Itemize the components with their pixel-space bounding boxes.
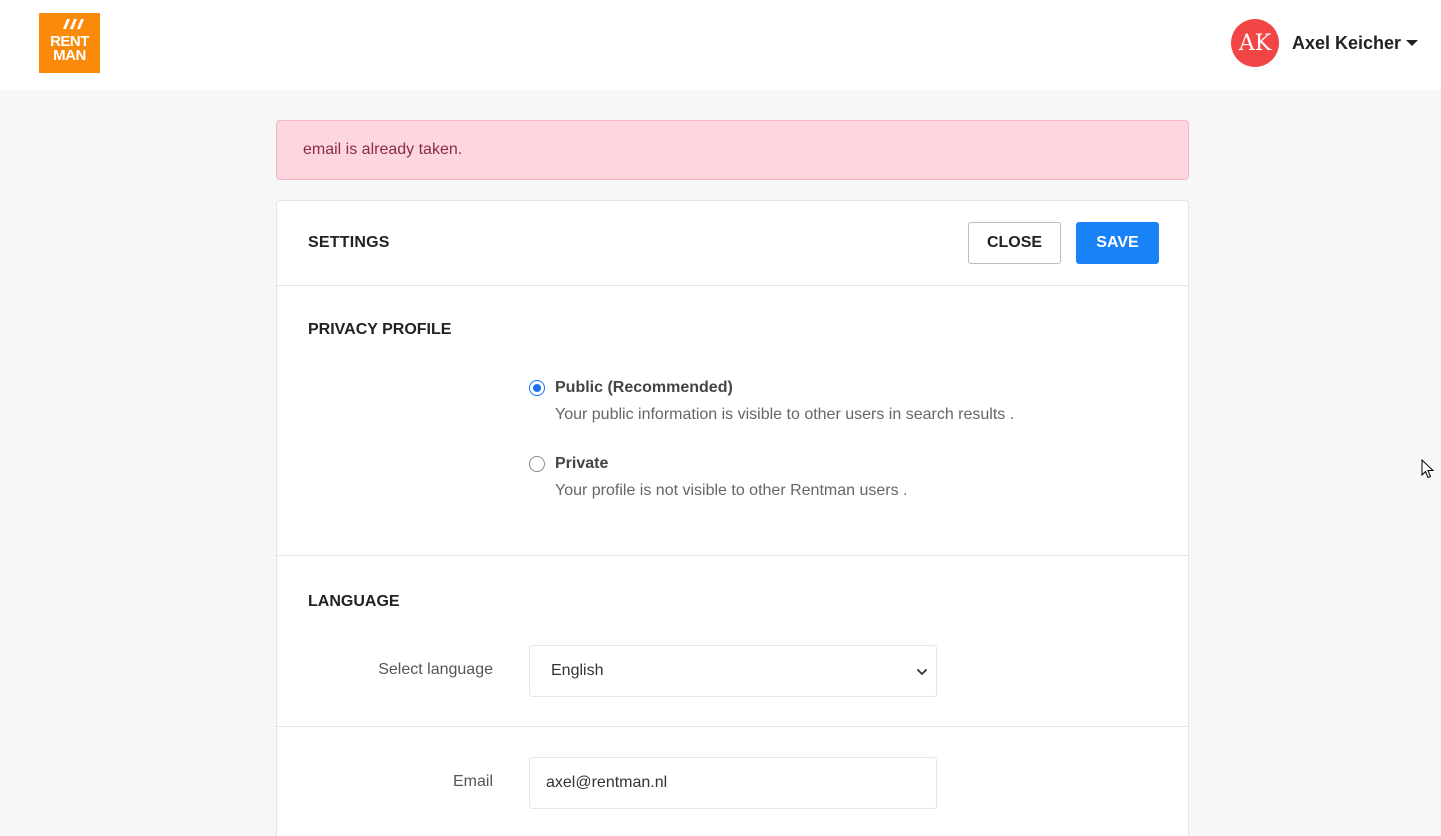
mouse-pointer-icon bbox=[1421, 459, 1435, 479]
user-menu[interactable]: AK Axel Keicher bbox=[1231, 19, 1419, 67]
radio-label-public[interactable]: Public (Recommended) bbox=[555, 379, 733, 397]
chevron-down-icon bbox=[917, 669, 927, 675]
top-navbar: RENT MAN AK Axel Keicher bbox=[0, 0, 1441, 90]
language-title: LANGUAGE bbox=[308, 593, 400, 610]
email-field-value: axel@rentman.nl bbox=[546, 774, 668, 791]
radio-private[interactable] bbox=[529, 456, 545, 472]
privacy-profile-title: PRIVACY PROFILE bbox=[308, 321, 452, 338]
rentman-logo[interactable]: RENT MAN bbox=[39, 13, 100, 73]
language-section: LANGUAGE Select language English bbox=[277, 556, 1188, 727]
page-title: SETTINGS bbox=[308, 234, 390, 251]
user-name[interactable]: Axel Keicher bbox=[1292, 33, 1401, 54]
settings-header: SETTINGS CLOSE SAVE bbox=[277, 201, 1188, 286]
language-select-value: English bbox=[551, 662, 604, 679]
email-field[interactable]: axel@rentman.nl bbox=[529, 757, 937, 809]
logo-text-line2: MAN bbox=[53, 47, 86, 64]
radio-option-public[interactable]: Public (Recommended) bbox=[529, 379, 733, 397]
email-label: Email bbox=[452, 773, 493, 790]
logo-stripes-icon bbox=[63, 19, 84, 29]
error-alert: email is already taken. bbox=[276, 120, 1189, 180]
radio-public[interactable] bbox=[529, 380, 545, 396]
close-button[interactable]: CLOSE bbox=[968, 222, 1061, 264]
alert-message: email is already taken. bbox=[303, 141, 463, 158]
language-select[interactable]: English bbox=[529, 645, 937, 697]
select-language-label: Select language bbox=[378, 661, 493, 678]
radio-description-public: Your public information is visible to ot… bbox=[555, 406, 1015, 423]
radio-label-private[interactable]: Private bbox=[555, 455, 608, 473]
email-section: Email axel@rentman.nl bbox=[277, 727, 1188, 836]
avatar[interactable]: AK bbox=[1231, 19, 1279, 67]
settings-card: SETTINGS CLOSE SAVE PRIVACY PROFILE Publ… bbox=[276, 200, 1189, 836]
caret-down-icon[interactable] bbox=[1406, 40, 1419, 46]
privacy-profile-section: PRIVACY PROFILE Public (Recommended) You… bbox=[277, 286, 1188, 556]
save-button[interactable]: SAVE bbox=[1076, 222, 1159, 264]
radio-option-private[interactable]: Private bbox=[529, 455, 608, 473]
radio-description-private: Your profile is not visible to other Ren… bbox=[555, 482, 908, 499]
